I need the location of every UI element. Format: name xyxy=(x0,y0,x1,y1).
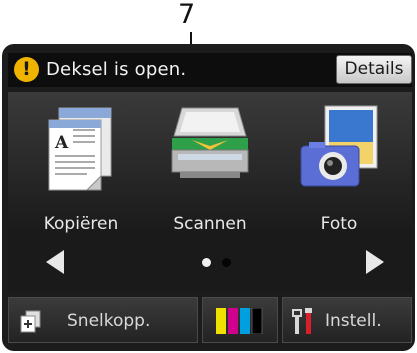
camera-photo-icon xyxy=(299,102,379,200)
settings-button[interactable]: Instell. xyxy=(282,297,412,343)
details-button[interactable]: Details xyxy=(336,55,412,84)
shortcuts-button[interactable]: Snelkopp. xyxy=(8,297,198,343)
next-page-arrow-icon[interactable] xyxy=(366,250,384,274)
tools-icon xyxy=(291,308,315,338)
status-bar: ! Deksel is open. Details xyxy=(8,53,412,87)
page-indicator-active xyxy=(202,258,211,267)
shortcuts-icon xyxy=(19,310,43,338)
status-message: Deksel is open. xyxy=(46,59,187,80)
bottom-toolbar: Snelkopp. Instell. xyxy=(8,297,412,345)
tile-scan-label: Scannen xyxy=(173,214,247,234)
tile-photo-label: Foto xyxy=(320,214,358,234)
copy-icon: A xyxy=(41,102,121,200)
tile-scan[interactable]: Scannen xyxy=(145,92,275,242)
page-indicator-inactive xyxy=(222,258,231,267)
svg-text:A: A xyxy=(54,133,69,153)
tile-copy[interactable]: A Kopiëren xyxy=(16,92,146,242)
settings-label: Instell. xyxy=(325,311,382,331)
shortcuts-label: Snelkopp. xyxy=(67,311,151,331)
tile-copy-label: Kopiëren xyxy=(43,214,119,234)
scanner-icon xyxy=(170,102,250,200)
previous-page-arrow-icon[interactable] xyxy=(46,250,64,274)
warning-icon: ! xyxy=(14,57,39,82)
callout-number: 7 xyxy=(178,0,196,30)
touchscreen: ! Deksel is open. Details A Kopiëren Sca… xyxy=(2,44,415,351)
ink-cartridges-icon xyxy=(216,307,264,338)
ink-button[interactable] xyxy=(202,297,278,343)
home-panel: A Kopiëren Scannen Foto xyxy=(8,92,412,293)
tile-photo[interactable]: Foto xyxy=(274,92,404,242)
